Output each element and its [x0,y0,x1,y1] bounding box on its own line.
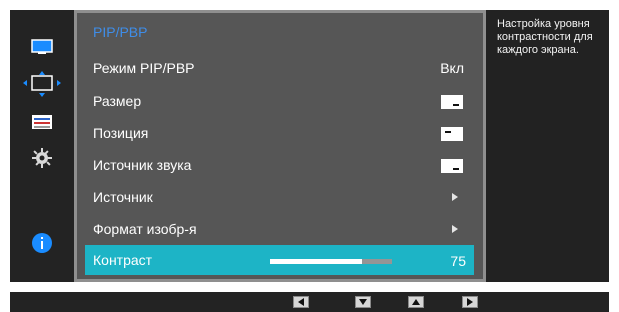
chevron-right-icon [452,225,458,233]
menu-item-label: Позиция [93,124,149,141]
left-arrow-icon [298,298,304,306]
info-icon[interactable] [10,226,74,260]
menu-item-audio-source[interactable]: Источник звука [85,149,474,180]
picture-icon[interactable] [10,30,74,64]
menu-item-position[interactable]: Позиция [85,117,474,148]
menu-item-label: Формат изобр-я [93,220,197,237]
sidebar [10,10,74,282]
menu-item-label: Источник звука [93,156,192,173]
contrast-slider[interactable] [270,259,392,264]
audio-source-icon [441,159,463,173]
down-arrow-icon [359,299,367,305]
menu-item-label: Размер [93,92,142,109]
pip-icon[interactable] [10,67,74,101]
menu-item-value: Вкл [440,59,464,76]
down-button[interactable] [355,296,371,308]
menu-item-label: Режим PIP/PBP [93,59,195,76]
menu-item-label: Источник [93,188,153,205]
up-arrow-icon [412,299,420,305]
up-button[interactable] [408,296,424,308]
contrast-slider-fill [270,259,362,264]
menu-item-size[interactable]: Размер [85,85,474,116]
pip-pbp-menu: PIP/PBP Режим PIP/PBP Вкл Размер Позиция… [74,10,486,282]
control-bar [10,292,609,312]
right-button[interactable] [462,296,478,308]
contrast-value: 75 [450,253,466,269]
help-text: Настройка уровня контрастности для каждо… [497,18,593,56]
menu-item-source[interactable]: Источник [85,181,474,212]
menu-item-contrast[interactable]: Контраст 75 [85,245,474,275]
chevron-right-icon [452,193,458,201]
size-icon [441,95,463,109]
menu-item-pip-pbp-mode[interactable]: Режим PIP/PBP Вкл [85,52,474,83]
menu-item-picture-format[interactable]: Формат изобр-я [85,213,474,244]
left-button[interactable] [293,296,309,308]
position-icon [441,127,463,141]
gear-icon[interactable] [10,141,74,175]
settings-bars-icon[interactable] [10,105,74,139]
right-arrow-icon [467,298,473,306]
menu-title: PIP/PBP [93,24,148,40]
